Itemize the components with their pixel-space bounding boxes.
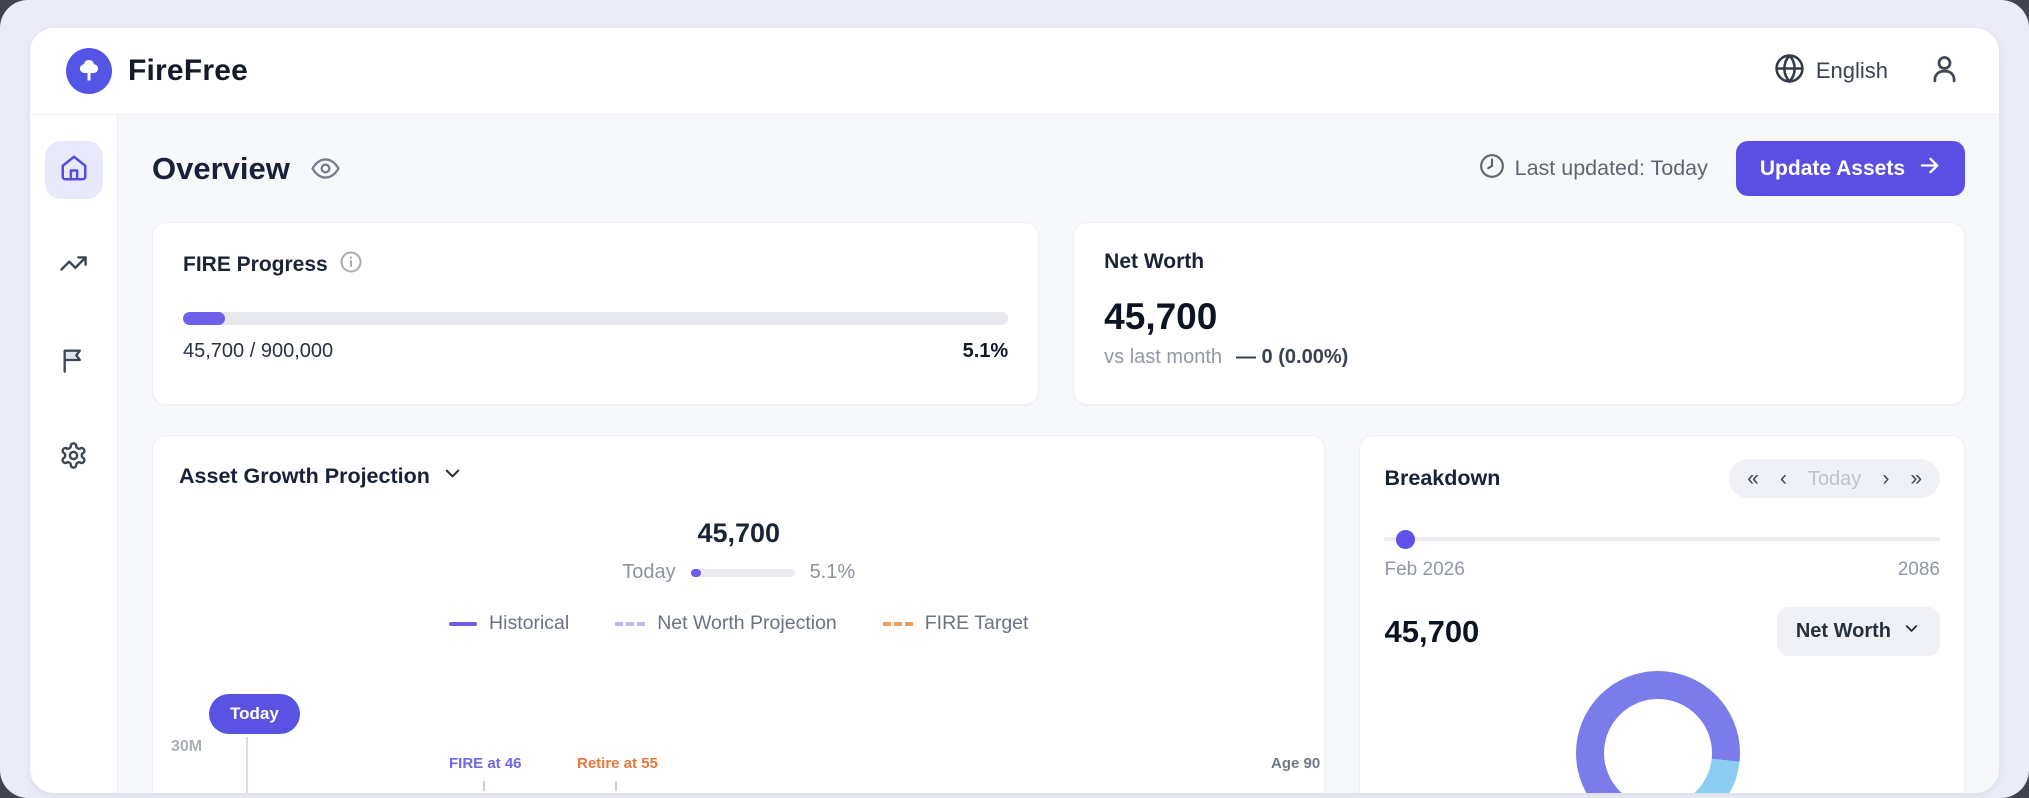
user-icon[interactable]	[1928, 52, 1961, 90]
today-badge[interactable]: Today	[209, 694, 300, 734]
net-worth-delta: — 0 (0.00%)	[1236, 346, 1348, 369]
breakdown-title: Breakdown	[1384, 466, 1500, 491]
nav-today-button[interactable]: Today	[1808, 469, 1861, 489]
chevron-down-icon	[441, 462, 464, 490]
language-label: English	[1816, 58, 1888, 84]
annotation-fire-age: FIRE at 46	[449, 755, 522, 772]
net-worth-card: Net Worth 45,700 vs last month — 0 (0.00…	[1073, 222, 1965, 405]
projection-percent: 5.1%	[810, 561, 856, 584]
first-button[interactable]: «	[1747, 468, 1759, 489]
update-assets-button[interactable]: Update Assets	[1736, 141, 1965, 196]
fire-progress-fill	[183, 312, 225, 325]
arrow-right-icon	[1918, 154, 1941, 183]
update-assets-label: Update Assets	[1760, 157, 1905, 181]
page-title: Overview	[152, 151, 290, 187]
metric-selector-button[interactable]: Net Worth	[1777, 607, 1940, 656]
firefree-logo-icon	[66, 48, 112, 94]
net-worth-title: Net Worth	[1104, 250, 1204, 274]
chevron-down-icon	[1902, 619, 1921, 644]
fire-progress-title: FIRE Progress	[183, 253, 328, 277]
charts-row: Asset Growth Projection 45,700 Today 5.1…	[152, 435, 1965, 793]
stats-row: FIRE Progress 45,700 / 900,000 5.1%	[152, 222, 1965, 405]
body-row: Overview Last updated: Today Update Asse…	[30, 115, 1999, 793]
breakdown-nav: « ‹ Today › »	[1729, 459, 1940, 498]
annotation-retire-age: Retire at 55	[577, 755, 658, 772]
globe-icon	[1774, 53, 1805, 89]
sidebar	[30, 115, 118, 793]
asset-growth-projection-card: Asset Growth Projection 45,700 Today 5.1…	[152, 435, 1325, 793]
prev-button[interactable]: ‹	[1780, 468, 1787, 489]
legend-item[interactable]: Net Worth Projection	[615, 612, 837, 635]
window-frame: FireFree English	[0, 0, 2029, 798]
timeline-slider[interactable]	[1384, 530, 1940, 549]
fire-progress-percent: 5.1%	[963, 340, 1009, 363]
today-marker-line	[246, 737, 248, 793]
slider-handle[interactable]	[1396, 530, 1415, 549]
range-start-label: Feb 2026	[1384, 559, 1464, 581]
breakdown-card: Breakdown « ‹ Today › »	[1359, 435, 1965, 793]
projection-center-value: 45,700	[179, 518, 1298, 549]
last-updated: Last updated: Today	[1479, 153, 1708, 185]
language-selector[interactable]: English	[1774, 53, 1888, 89]
clock-icon	[1479, 153, 1505, 185]
flag-icon	[60, 346, 88, 379]
info-icon[interactable]	[339, 250, 363, 279]
sidebar-item-growth[interactable]	[45, 237, 103, 295]
projection-title: Asset Growth Projection	[179, 464, 430, 489]
net-worth-value: 45,700	[1104, 296, 1934, 338]
fire-progress-fraction: 45,700 / 900,000	[183, 340, 333, 363]
page-header: Overview Last updated: Today Update Asse…	[152, 141, 1965, 196]
y-axis-tick: 30M	[171, 738, 202, 756]
sidebar-item-home[interactable]	[45, 141, 103, 199]
topbar: FireFree English	[30, 28, 1999, 115]
legend-item[interactable]: Historical	[449, 612, 569, 635]
app-window: FireFree English	[30, 28, 1999, 793]
home-icon	[59, 153, 89, 188]
net-worth-compare-label: vs last month	[1104, 346, 1222, 369]
gear-icon	[59, 441, 88, 475]
topbar-right: English	[1774, 52, 1961, 90]
main-content: Overview Last updated: Today Update Asse…	[118, 115, 1999, 793]
last-updated-label: Last updated: Today	[1515, 156, 1708, 181]
next-button[interactable]: ›	[1882, 468, 1889, 489]
brand: FireFree	[66, 48, 248, 94]
eye-icon[interactable]	[310, 153, 341, 184]
projection-line-swatch	[615, 622, 645, 626]
axis-tick	[615, 781, 617, 791]
sidebar-item-goals[interactable]	[45, 333, 103, 391]
trending-up-icon	[59, 249, 88, 283]
brand-name: FireFree	[128, 54, 248, 88]
axis-tick	[483, 781, 485, 791]
sidebar-item-settings[interactable]	[45, 429, 103, 487]
range-end-label: 2086	[1898, 559, 1940, 581]
chart-legend: Historical Net Worth Projection FIRE Tar…	[179, 612, 1298, 635]
annotation-end-age: Age 90	[1271, 755, 1320, 772]
fire-progress-bar	[183, 312, 1008, 325]
fire-target-line-swatch	[883, 622, 913, 626]
breakdown-value: 45,700	[1384, 614, 1479, 650]
breakdown-donut-chart[interactable]	[1576, 671, 1740, 793]
fire-progress-card: FIRE Progress 45,700 / 900,000 5.1%	[152, 222, 1039, 405]
projection-mini-progress	[691, 569, 795, 577]
slider-track	[1384, 537, 1940, 541]
last-button[interactable]: »	[1910, 468, 1922, 489]
projection-today-label: Today	[622, 561, 675, 584]
legend-item[interactable]: FIRE Target	[883, 612, 1029, 635]
projection-title-dropdown[interactable]: Asset Growth Projection	[179, 462, 1298, 490]
historical-line-swatch	[449, 622, 477, 626]
